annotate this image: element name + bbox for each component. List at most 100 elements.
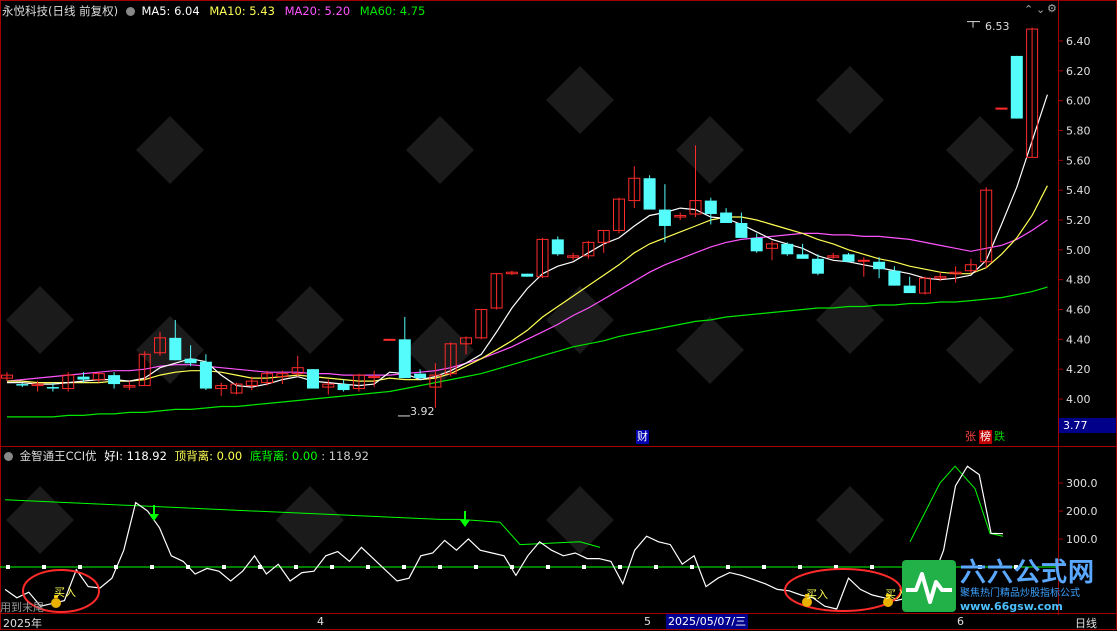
- candle-body: [108, 375, 121, 385]
- cci-zero-dot: [582, 565, 586, 569]
- logo-brand: 六六公式网: [960, 558, 1096, 588]
- price-tick-label: 5.20: [1066, 214, 1091, 227]
- watermark-diamond: [136, 116, 204, 184]
- price-tick-label: 6.40: [1066, 35, 1091, 48]
- watermark-diamond: [946, 116, 1014, 184]
- price-axis: 6.40 6.20 6.00 5.80 5.60 5.40 5.20 5.00 4.80 4.60…: [1058, 35, 1091, 406]
- watermark-diamond: [676, 316, 744, 384]
- cci-zero-dot: [798, 565, 802, 569]
- cci-zero-dot: [546, 565, 550, 569]
- candle-body: [658, 209, 671, 226]
- site-logo: 六六公式网 聚焦热门精品炒股指标公式 www.66gsw.com: [902, 558, 1116, 614]
- bottom-divergence-line: [909, 465, 1004, 543]
- top-divergence-label: 顶背离: 0.00: [174, 449, 243, 463]
- candle-body: [383, 338, 396, 341]
- candle-body: [811, 258, 824, 274]
- cci-tick-label: 300.0: [1066, 477, 1098, 490]
- watermark-diamond: [6, 486, 74, 554]
- watermark-diamond: [546, 286, 614, 354]
- current-price-box: 3.77: [1059, 418, 1116, 433]
- gear-icon[interactable]: ⚙: [1047, 2, 1057, 15]
- cai-badge[interactable]: 财: [636, 430, 649, 444]
- candle-body: [735, 222, 748, 238]
- candle-body: [521, 273, 534, 277]
- period-label[interactable]: 日线: [1075, 615, 1097, 631]
- cci-axis: 300.0 200.0 100.0: [1058, 477, 1098, 546]
- ma60-label: MA60: 4.75: [359, 4, 426, 18]
- cci-zero-dot: [222, 565, 226, 569]
- bang-badge[interactable]: 榜: [979, 430, 992, 444]
- candle-body: [903, 285, 916, 294]
- buy-label: 买入: [806, 588, 828, 601]
- price-tick-label: 6.00: [1066, 95, 1091, 108]
- cci-zero-dot: [366, 565, 370, 569]
- candle-body: [551, 239, 564, 255]
- x-axis-label: 2025年: [3, 617, 42, 630]
- candle-body: [16, 384, 29, 386]
- chevron-up-icon[interactable]: ⌃: [1024, 3, 1033, 16]
- candle-body: [199, 361, 212, 389]
- logo-mark-icon: [902, 560, 956, 612]
- price-tick-label: 4.40: [1066, 333, 1091, 346]
- candle-body: [750, 237, 763, 252]
- candle-body: [704, 200, 717, 215]
- cci-zero-dot: [42, 565, 46, 569]
- watermark-diamond: [276, 286, 344, 354]
- watermark-diamond: [816, 486, 884, 554]
- cci-zero-dot: [6, 565, 10, 569]
- die-badge[interactable]: 跌: [993, 430, 1006, 444]
- candle-body: [337, 384, 350, 391]
- cursor-date-label: 2025/05/07/三: [666, 614, 749, 629]
- ma20-label: MA20: 5.20: [284, 4, 351, 18]
- chevron-down-icon[interactable]: ⌄: [1036, 3, 1045, 16]
- ma5-label: MA5: 6.04: [141, 4, 200, 18]
- triangle-down-icon[interactable]: [125, 7, 135, 16]
- candle-body: [796, 254, 809, 259]
- candle-body: [720, 212, 733, 223]
- buy-label: 买入: [54, 586, 76, 599]
- candle-body: [995, 107, 1008, 110]
- cci-zero-dot: [726, 565, 730, 569]
- cci-tick-label: 100.0: [1066, 533, 1098, 546]
- zhang-badge[interactable]: 张: [964, 430, 977, 444]
- price-tick-label: 4.60: [1066, 304, 1091, 317]
- watermark-diamond: [676, 116, 744, 184]
- arrow-down-icon: [460, 520, 470, 527]
- price-tick-label: 4.80: [1066, 274, 1091, 287]
- watermark-diamond: [946, 316, 1014, 384]
- watermark-diamond: [816, 66, 884, 134]
- candle-body: [77, 376, 90, 380]
- cci-header: 金智通王CCI优 好I: 118.92 顶背离: 0.00 底背离: 0.00 …: [2, 449, 369, 463]
- cci-zero-dot: [618, 565, 622, 569]
- cci-zero-dot: [474, 565, 478, 569]
- cci-zero-dot: [330, 565, 334, 569]
- candle-body: [184, 358, 197, 364]
- watermark-diamond: [546, 486, 614, 554]
- candle-body: [1010, 55, 1023, 119]
- cci-zero-dot: [690, 565, 694, 569]
- candle-body: [307, 369, 319, 389]
- cci-zero-dot: [402, 565, 406, 569]
- x-axis-label: 4: [317, 615, 324, 628]
- kline-chart[interactable]: 6.40 6.20 6.00 5.80 5.60 5.40 5.20 5.00 4.80 4.60…: [0, 0, 1117, 630]
- candle-body: [888, 270, 901, 286]
- hao-label: 好I: 118.92: [104, 449, 167, 463]
- low-price-label: 3.92: [410, 405, 435, 418]
- logo-url: www.66gsw.com: [960, 600, 1063, 613]
- indicator-label[interactable]: 金智通王CCI优: [20, 449, 97, 463]
- x-axis-label: 6: [957, 615, 964, 628]
- main-header: 永悦科技(日线 前复权) MA5: 6.04 MA10: 5.43 MA20: …: [2, 4, 425, 18]
- candle-body: [873, 261, 886, 270]
- price-tick-label: 5.00: [1066, 244, 1091, 257]
- price-tick-label: 4.20: [1066, 363, 1091, 376]
- price-tick-label: 5.80: [1066, 125, 1091, 138]
- high-price-label: 6.53: [985, 20, 1010, 33]
- triangle-down-icon[interactable]: [4, 452, 13, 461]
- cci-zero-dot: [150, 565, 154, 569]
- watermark-diamond: [816, 286, 884, 354]
- x-axis-label: 5: [644, 615, 651, 628]
- cci-zero-dot: [294, 565, 298, 569]
- price-tick-label: 4.00: [1066, 393, 1091, 406]
- watermark-diamond: [406, 116, 474, 184]
- stock-title[interactable]: 永悦科技(日线 前复权): [2, 4, 118, 18]
